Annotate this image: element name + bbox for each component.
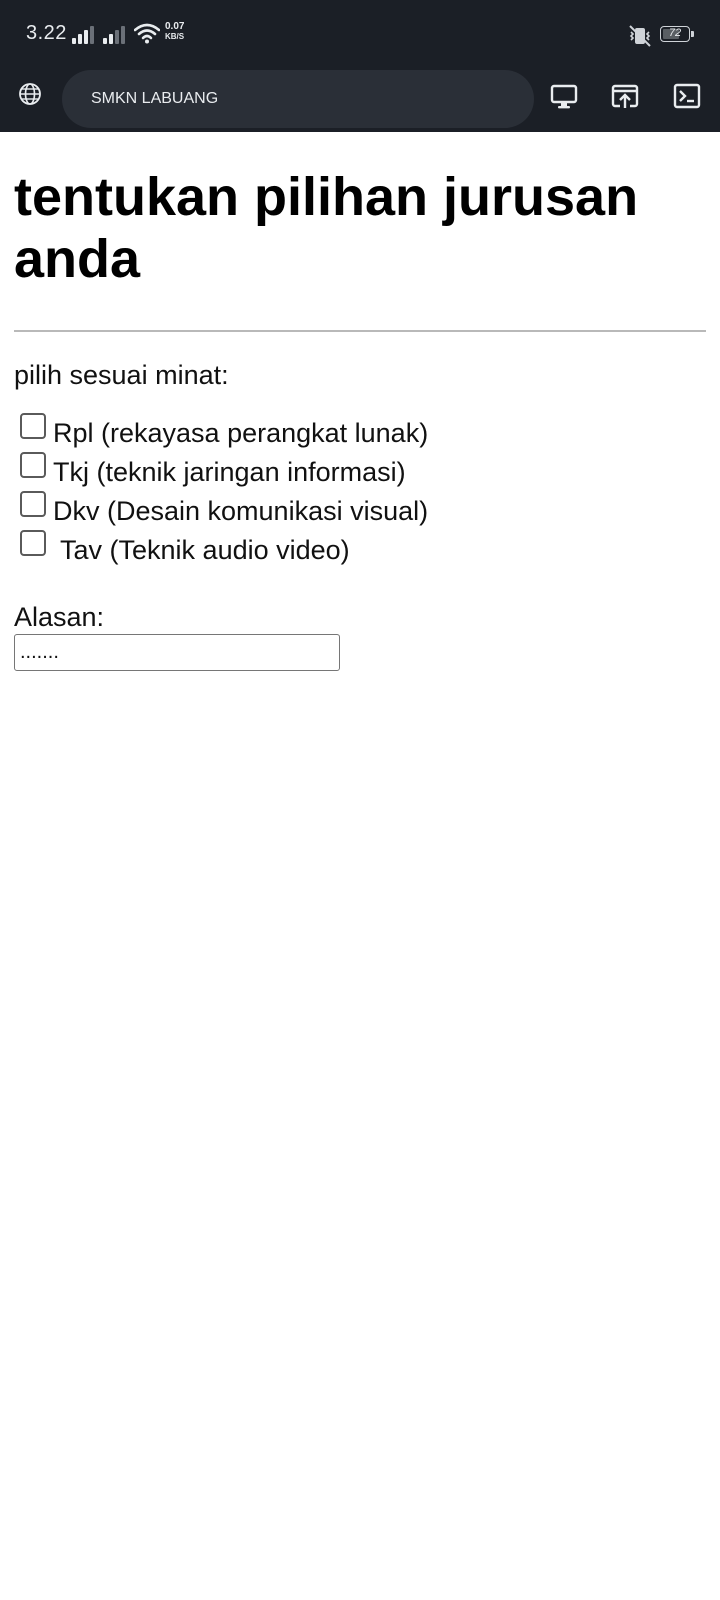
desktop-icon[interactable] [548, 80, 580, 112]
checkbox-rpl[interactable] [20, 413, 46, 439]
page-title: tentukan pilihan jurusan anda [14, 167, 639, 289]
signal-icon-2 [103, 24, 127, 44]
url-bar[interactable]: SMKN LABUANG [62, 70, 534, 128]
checkbox-dkv[interactable] [20, 491, 46, 517]
major-options: Rpl (rekayasa perangkat lunak) Tkj (tekn… [14, 413, 706, 578]
network-speed-unit: KB/S [165, 32, 185, 41]
terminal-icon[interactable] [671, 80, 703, 112]
vibrate-mute-icon [629, 25, 651, 47]
status-time: 3.22 [26, 22, 67, 44]
browser-toolbar: SMKN LABUANG [0, 70, 720, 132]
option-label-rpl[interactable]: Rpl (rekayasa perangkat lunak) [53, 416, 428, 450]
reason-label: Alasan: [14, 602, 105, 632]
checkbox-tkj[interactable] [20, 452, 46, 478]
status-bar: 3.22 0.07 KB/S 72 [0, 0, 720, 70]
battery-icon: 72 [660, 26, 694, 42]
page-content: tentukan pilihan jurusan anda pilih sesu… [14, 132, 706, 671]
option-label-tkj[interactable]: Tkj (teknik jaringan informasi) [53, 455, 406, 489]
network-speed-value: 0.07 [165, 21, 185, 32]
horizontal-rule [14, 330, 706, 332]
reason-input[interactable]: ....... [14, 634, 340, 671]
network-speed: 0.07 KB/S [165, 22, 184, 42]
option-label-dkv[interactable]: Dkv (Desain komunikasi visual) [53, 494, 428, 528]
options-prompt: pilih sesuai minat: [14, 360, 229, 390]
globe-icon[interactable] [18, 82, 42, 106]
battery-level: 72 [668, 27, 682, 39]
open-upload-icon[interactable] [609, 80, 641, 112]
checkbox-tav[interactable] [20, 530, 46, 556]
option-label-tav[interactable]: Tav (Teknik audio video) [53, 533, 350, 567]
url-text[interactable]: SMKN LABUANG [91, 70, 218, 128]
signal-icon [72, 24, 96, 44]
option-tav[interactable]: Tav (Teknik audio video) [14, 530, 706, 578]
wifi-icon [134, 23, 160, 44]
